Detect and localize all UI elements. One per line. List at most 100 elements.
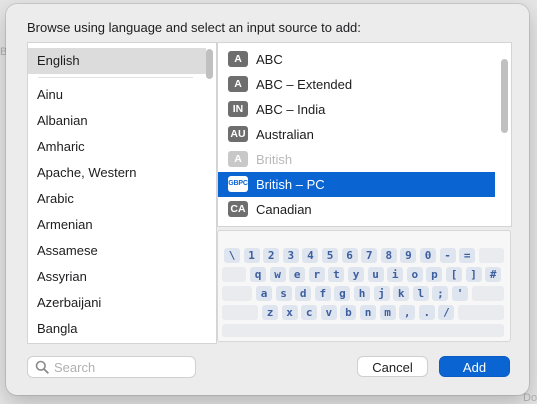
- keyboard-key: y: [348, 267, 364, 282]
- language-item-apache-western[interactable]: Apache, Western: [28, 160, 206, 186]
- keyboard-key: i: [387, 267, 404, 282]
- keyboard-key: ;: [432, 286, 449, 301]
- language-item-label: Bangla: [37, 321, 78, 336]
- keyboard-key: 8: [380, 248, 397, 263]
- source-item-abc-india[interactable]: IN ABC – India: [218, 97, 495, 122]
- source-item-canadian[interactable]: CA Canadian: [218, 197, 495, 222]
- source-badge-icon: GBPC: [228, 176, 248, 192]
- keyboard-key: \: [224, 248, 240, 263]
- keyboard-key: l: [412, 286, 429, 301]
- keyboard-key: 5: [322, 248, 338, 263]
- language-item-label: Ainu: [37, 87, 64, 102]
- language-item-bangla[interactable]: Bangla: [28, 316, 206, 342]
- keyboard-key-blank: [222, 305, 258, 320]
- language-item-label: Arabic: [37, 191, 74, 206]
- source-item-british: A British: [218, 147, 495, 172]
- language-item-label: Albanian: [37, 113, 88, 128]
- source-item-australian[interactable]: AU Australian: [218, 122, 495, 147]
- keyboard-key: 3: [282, 248, 299, 263]
- keyboard-key: m: [379, 305, 396, 320]
- cancel-button[interactable]: Cancel: [357, 356, 428, 377]
- keyboard-key: u: [367, 267, 384, 282]
- source-badge-icon: A: [228, 51, 248, 67]
- keyboard-key: 6: [341, 248, 358, 263]
- language-item-label: Azerbaijani: [37, 295, 102, 310]
- keyboard-key: e: [289, 267, 306, 282]
- keyboard-key: j: [373, 286, 390, 301]
- language-list-scrollbar[interactable]: [206, 49, 213, 79]
- keyboard-key: .: [418, 305, 435, 320]
- language-list[interactable]: English Ainu Albanian Amharic Apache, We…: [27, 42, 217, 344]
- keyboard-key: r: [308, 267, 325, 282]
- source-item-label: ABC: [256, 52, 283, 67]
- language-item-label: Armenian: [37, 217, 93, 232]
- language-item-label: Apache, Western: [37, 165, 137, 180]
- keyboard-key: 0: [420, 248, 436, 263]
- keyboard-key: p: [426, 267, 443, 282]
- keyboard-key: [: [446, 267, 462, 282]
- dialog-prompt: Browse using language and select an inpu…: [27, 20, 361, 35]
- language-item-albanian[interactable]: Albanian: [28, 108, 206, 134]
- source-item-label: Australian: [256, 127, 314, 142]
- keyboard-key: f: [314, 286, 331, 301]
- language-item-label: Amharic: [37, 139, 85, 154]
- source-item-label: ABC – Extended: [256, 77, 353, 92]
- keyboard-key-blank: [458, 305, 504, 320]
- keyboard-key: z: [262, 305, 278, 320]
- language-list-separator: [38, 77, 193, 78]
- source-badge-icon: AU: [228, 126, 248, 142]
- keyboard-key: 4: [302, 248, 319, 263]
- language-item-assyrian[interactable]: Assyrian: [28, 264, 206, 290]
- keyboard-key: d: [295, 286, 312, 301]
- source-list-scrollbar[interactable]: [501, 59, 508, 133]
- keyboard-key: v: [320, 305, 337, 320]
- language-item-azerbaijani[interactable]: Azerbaijani: [28, 290, 206, 316]
- keyboard-key: o: [406, 267, 423, 282]
- search-input[interactable]: [54, 358, 184, 376]
- keyboard-key: =: [459, 248, 476, 263]
- keyboard-key: k: [393, 286, 410, 301]
- keyboard-key: -: [439, 248, 456, 263]
- language-item-label: Assyrian: [37, 269, 87, 284]
- keyboard-key: 9: [400, 248, 417, 263]
- keyboard-key: ]: [465, 267, 482, 282]
- keyboard-key-blank: [471, 286, 504, 301]
- keyboard-key-blank: [222, 267, 246, 282]
- language-item-arabic[interactable]: Arabic: [28, 186, 206, 212]
- source-badge-icon: A: [228, 151, 248, 167]
- language-item-amharic[interactable]: Amharic: [28, 134, 206, 160]
- background-text-right: Do: [523, 392, 537, 404]
- source-item-label: British: [256, 152, 293, 167]
- source-item-abc[interactable]: A ABC: [218, 47, 495, 72]
- add-input-source-dialog: Browse using language and select an inpu…: [6, 4, 529, 395]
- keyboard-key: n: [360, 305, 376, 320]
- language-item-label: Assamese: [37, 243, 98, 258]
- keyboard-key: h: [354, 286, 370, 301]
- keyboard-key: a: [256, 286, 272, 301]
- keyboard-key: w: [269, 267, 286, 282]
- language-item-ainu[interactable]: Ainu: [28, 82, 206, 108]
- language-item-label: English: [37, 53, 80, 68]
- keyboard-key: 2: [263, 248, 280, 263]
- language-item-english[interactable]: English: [28, 48, 206, 74]
- keyboard-key: s: [275, 286, 292, 301]
- keyboard-spacebar-row: [222, 324, 504, 337]
- source-item-abc-extended[interactable]: A ABC – Extended: [218, 72, 495, 97]
- keyboard-layout-preview: \ 1 2 3 4 5 6 7 8 9 0- = q w e r t y u i o p[] # a s d f g h j k l; ' z x c…: [217, 230, 511, 342]
- keyboard-key: 7: [361, 248, 378, 263]
- keyboard-key: b: [340, 305, 357, 320]
- input-source-list[interactable]: A ABC A ABC – Extended IN ABC – India AU…: [217, 42, 512, 227]
- keyboard-key: 1: [243, 248, 260, 263]
- keyboard-key-blank: [478, 248, 504, 263]
- keyboard-key: x: [281, 305, 298, 320]
- language-item-armenian[interactable]: Armenian: [28, 212, 206, 238]
- keyboard-key: t: [328, 267, 345, 282]
- search-field[interactable]: [27, 356, 196, 378]
- source-badge-icon: A: [228, 76, 248, 92]
- keyboard-key: #: [485, 267, 502, 282]
- source-item-british-pc[interactable]: GBPC British – PC: [218, 172, 495, 197]
- add-button[interactable]: Add: [439, 356, 510, 377]
- keyboard-key: ': [452, 286, 468, 301]
- source-item-label: Canadian: [256, 202, 312, 217]
- language-item-assamese[interactable]: Assamese: [28, 238, 206, 264]
